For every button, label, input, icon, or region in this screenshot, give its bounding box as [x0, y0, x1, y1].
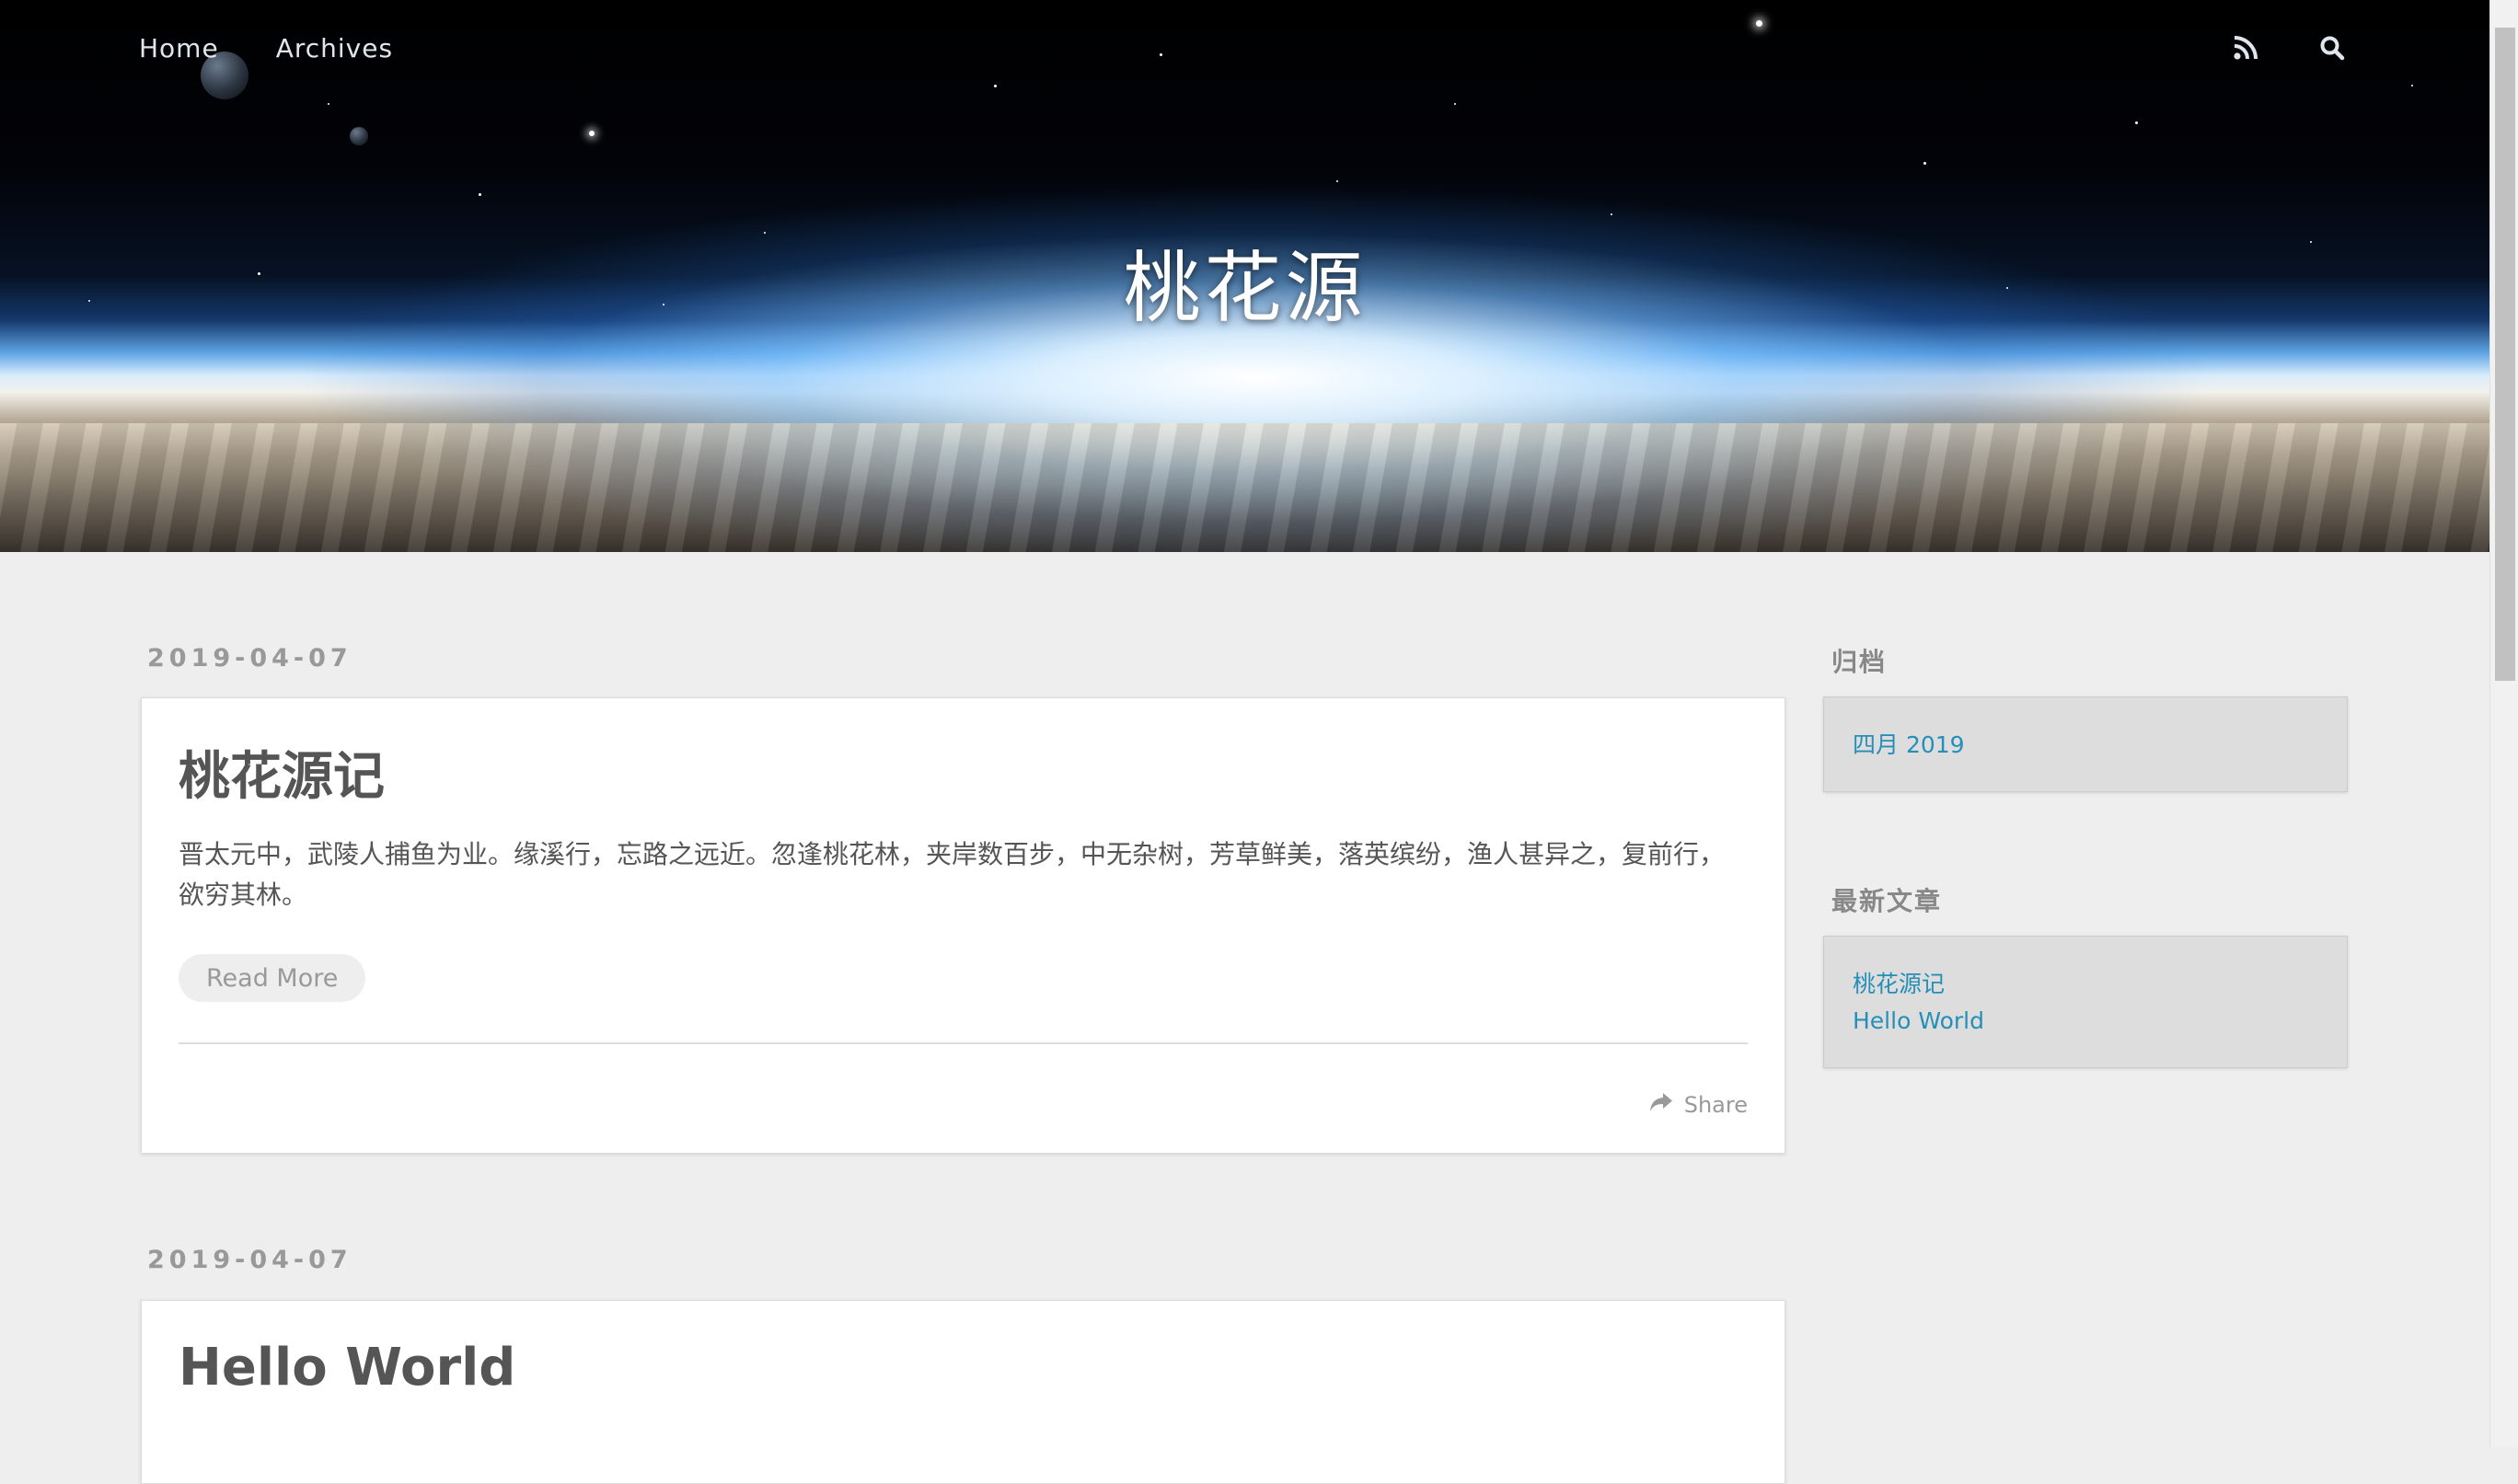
share-button[interactable]: Share	[1649, 1092, 1748, 1118]
star	[589, 131, 595, 136]
widget-recent-posts: 桃花源记 Hello World	[1823, 936, 2348, 1068]
share-label: Share	[1683, 1092, 1748, 1118]
nav-link-archives[interactable]: Archives	[276, 33, 393, 63]
recent-post-link[interactable]: 桃花源记	[1853, 966, 2318, 1003]
widget-title-archives: 归档	[1831, 647, 1888, 677]
star	[479, 193, 481, 196]
page-scrollbar[interactable]	[2489, 0, 2518, 1447]
post-excerpt: 晋太元中，武陵人捕鱼为业。缘溪行，忘路之远近。忽逢桃花林，夹岸数百步，中无杂树，…	[179, 839, 1726, 910]
star	[994, 85, 997, 87]
post-date[interactable]: 2019-04-07	[147, 1246, 352, 1274]
scrollbar-thumb[interactable]	[2495, 28, 2515, 681]
star	[1923, 162, 1926, 165]
post-divider	[179, 1042, 1748, 1044]
banner-cloud-band	[0, 423, 2489, 552]
star	[1160, 53, 1162, 56]
site-header-banner: Home Archives 桃花源	[0, 0, 2489, 552]
post-title[interactable]: Hello World	[179, 1338, 515, 1398]
rss-icon[interactable]	[2231, 33, 2260, 63]
star	[2135, 121, 2138, 124]
nav-link-home[interactable]: Home	[139, 33, 219, 63]
star	[1336, 180, 1338, 182]
star	[2411, 85, 2413, 86]
widget-title-recent-posts: 最新文章	[1831, 886, 1943, 916]
star	[1454, 103, 1456, 105]
read-more-button[interactable]: Read More	[179, 954, 366, 1002]
main-nav: Home Archives	[139, 33, 393, 63]
recent-post-link[interactable]: Hello World	[1853, 1003, 2318, 1040]
site-title[interactable]: 桃花源	[0, 226, 2489, 338]
post-card: 桃花源记 晋太元中，武陵人捕鱼为业。缘溪行，忘路之远近。忽逢桃花林，夹岸数百步，…	[141, 697, 1785, 1154]
post-card: Hello World	[141, 1300, 1785, 1484]
star	[1611, 213, 1612, 215]
archive-link[interactable]: 四月 2019	[1853, 727, 2318, 764]
star	[328, 103, 329, 105]
search-icon[interactable]	[2317, 33, 2347, 63]
post-date[interactable]: 2019-04-07	[147, 644, 352, 673]
widget-archives: 四月 2019	[1823, 696, 2348, 792]
nav-icons	[2231, 33, 2347, 63]
post-title[interactable]: 桃花源记	[179, 735, 385, 810]
star	[1756, 20, 1762, 27]
share-icon	[1649, 1092, 1673, 1118]
moon-small	[350, 127, 368, 145]
